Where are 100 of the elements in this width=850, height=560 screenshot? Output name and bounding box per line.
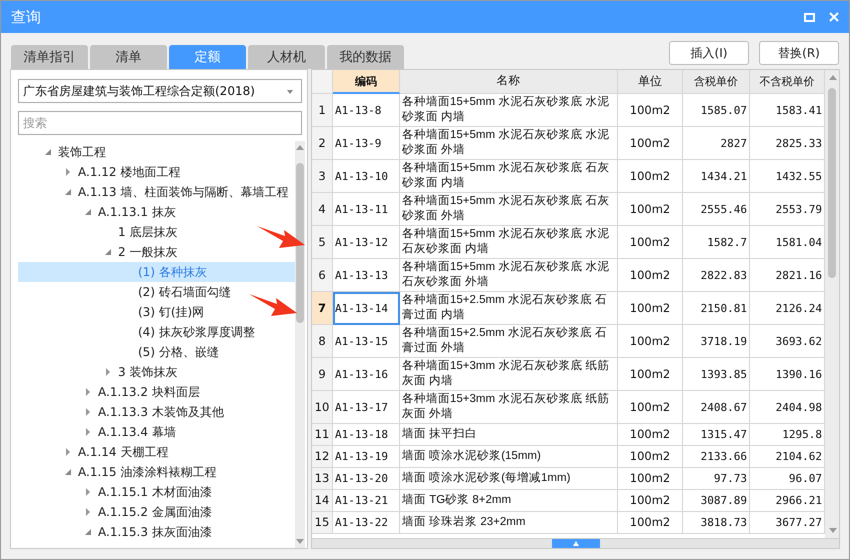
column-header[interactable]: 不含税单价 [750, 70, 825, 94]
table-cell: 100m2 [618, 226, 683, 259]
table-cell: 2555.46 [683, 193, 750, 226]
row-number[interactable]: 12 [312, 446, 333, 468]
row-number[interactable]: 5 [312, 226, 333, 259]
expanded-triangle-icon[interactable] [85, 529, 91, 535]
column-header[interactable]: 名称 [400, 70, 618, 94]
row-number[interactable]: 4 [312, 193, 333, 226]
table-cell: 1393.85 [683, 358, 750, 391]
tree-item[interactable]: (2) 砖石墙面勾缝 [137, 284, 232, 300]
vertical-scrollbar[interactable] [825, 70, 839, 538]
collapsed-triangle-icon[interactable] [86, 508, 90, 516]
table-cell: A1-13-18 [333, 424, 400, 446]
row-number[interactable]: 6 [312, 259, 333, 292]
row-number[interactable]: 2 [312, 127, 333, 160]
tree-item[interactable]: A.1.12 楼地面工程 [77, 164, 182, 180]
caret-icon [287, 90, 293, 94]
row-number[interactable]: 14 [312, 490, 333, 512]
close-icon[interactable] [829, 12, 839, 22]
tree-item[interactable]: (3) 钉(挂)网 [137, 304, 206, 320]
table-cell: 1582.7 [683, 226, 750, 259]
row-number[interactable]: 9 [312, 358, 333, 391]
annotation-arrow [257, 225, 307, 249]
table-cell: 100m2 [618, 468, 683, 490]
column-header[interactable]: 单位 [618, 70, 683, 94]
table-cell: 100m2 [618, 94, 683, 127]
tree-item[interactable]: 3 装饰抹灰 [117, 364, 178, 380]
table-cell: 100m2 [618, 292, 683, 325]
table-cell: A1-13-13 [333, 259, 400, 292]
collapsed-triangle-icon[interactable] [86, 408, 90, 416]
vertical-scrollbar[interactable] [295, 141, 305, 548]
table-cell: 各种墙面15+5mm 水泥石灰砂浆底 水泥砂浆面 外墙 [400, 127, 618, 160]
table-cell: 各种墙面15+5mm 水泥石灰砂浆底 水泥石灰砂浆面 内墙 [400, 226, 618, 259]
table-cell: 3087.89 [683, 490, 750, 512]
tree-item[interactable]: 2 一般抹灰 [117, 244, 178, 260]
collapsed-triangle-icon[interactable] [86, 428, 90, 436]
row-number[interactable]: 11 [312, 424, 333, 446]
collapsed-triangle-icon[interactable] [66, 448, 70, 456]
tree-item[interactable]: A.1.15.3 抹灰面油漆 [97, 524, 213, 540]
table-cell: 100m2 [618, 127, 683, 160]
table-cell: A1-13-10 [333, 160, 400, 193]
search-field[interactable]: 搜索 [18, 111, 302, 135]
table-cell: A1-13-22 [333, 512, 400, 534]
action-button[interactable]: 替换(R) [759, 41, 839, 65]
table-cell: A1-13-17 [333, 391, 400, 424]
action-button[interactable]: 插入(I) [669, 41, 749, 65]
collapsed-triangle-icon[interactable] [66, 168, 70, 176]
maximize-icon[interactable] [804, 12, 815, 22]
tree-item[interactable]: A.1.13.4 幕墙 [97, 424, 177, 440]
tree-item[interactable]: A.1.13.3 木装饰及其他 [97, 404, 225, 420]
table-cell: 100m2 [618, 391, 683, 424]
tab[interactable]: 人材机 [248, 45, 325, 69]
tree-item[interactable]: (4) 抹灰砂浆厚度调整 [137, 324, 256, 340]
tree-item[interactable]: 1 底层抹灰 [117, 224, 178, 240]
tab[interactable]: 清单指引 [11, 45, 88, 69]
tree-item[interactable]: A.1.15 油漆涂料裱糊工程 [77, 464, 218, 480]
collapsed-triangle-icon[interactable] [86, 388, 90, 396]
collapsed-triangle-icon[interactable] [86, 488, 90, 496]
row-number[interactable]: 1 [312, 94, 333, 127]
table-cell: 各种墙面15+2.5mm 水泥石灰砂浆底 石膏过面 外墙 [400, 325, 618, 358]
table-cell: 2827 [683, 127, 750, 160]
table-cell: 100m2 [618, 193, 683, 226]
row-number[interactable]: 8 [312, 325, 333, 358]
column-header[interactable]: 编码 [333, 70, 400, 94]
splitter-handle[interactable] [552, 539, 600, 548]
expanded-triangle-icon[interactable] [65, 189, 71, 195]
row-number[interactable]: 7 [312, 292, 333, 325]
table-cell: 100m2 [618, 446, 683, 468]
library-dropdown[interactable]: 广东省房屋建筑与装饰工程综合定额(2018) [18, 79, 302, 103]
tree-item[interactable]: A.1.14 天棚工程 [77, 444, 170, 460]
row-number[interactable]: 10 [312, 391, 333, 424]
table-cell: 各种墙面15+5mm 水泥石灰砂浆底 石灰砂浆面 外墙 [400, 193, 618, 226]
table-cell: A1-13-19 [333, 446, 400, 468]
tab[interactable]: 我的数据 [327, 45, 404, 69]
expanded-triangle-icon[interactable] [105, 249, 111, 255]
table-cell: 各种墙面15+5mm 水泥石灰砂浆底 石灰砂浆面 内墙 [400, 160, 618, 193]
expanded-triangle-icon[interactable] [65, 469, 71, 475]
row-number[interactable]: 3 [312, 160, 333, 193]
tab[interactable]: 清单 [90, 45, 167, 69]
tree-item[interactable]: A.1.13.1 抹灰 [97, 204, 177, 220]
table-cell: A1-13-11 [333, 193, 400, 226]
column-header[interactable]: 含税单价 [683, 70, 750, 94]
table-cell: 墙面 TG砂浆 8+2mm [400, 490, 618, 512]
table-cell: 100m2 [618, 160, 683, 193]
table-cell: 3718.19 [683, 325, 750, 358]
collapsed-triangle-icon[interactable] [106, 368, 110, 376]
table-cell: A1-13-12 [333, 226, 400, 259]
tree-item[interactable]: A.1.13 墙、柱面装饰与隔断、幕墙工程 [77, 184, 290, 200]
expanded-triangle-icon[interactable] [85, 209, 91, 215]
tree-item[interactable]: 装饰工程 [57, 144, 107, 160]
tree-item[interactable]: A.1.15.1 木材面油漆 [97, 484, 213, 500]
row-number[interactable]: 13 [312, 468, 333, 490]
tree-item[interactable]: A.1.13.2 块料面层 [97, 384, 201, 400]
tree-item[interactable]: (5) 分格、嵌缝 [137, 344, 220, 360]
row-number[interactable]: 15 [312, 512, 333, 534]
table-cell: 墙面 喷涂水泥砂浆(每增减1mm) [400, 468, 618, 490]
tree-item[interactable]: A.1.15.2 金属面油漆 [97, 504, 213, 520]
table-cell: 1585.07 [683, 94, 750, 127]
expanded-triangle-icon[interactable] [45, 149, 51, 155]
table-cell: 各种墙面15+2.5mm 水泥石灰砂浆底 石膏过面 内墙 [400, 292, 618, 325]
